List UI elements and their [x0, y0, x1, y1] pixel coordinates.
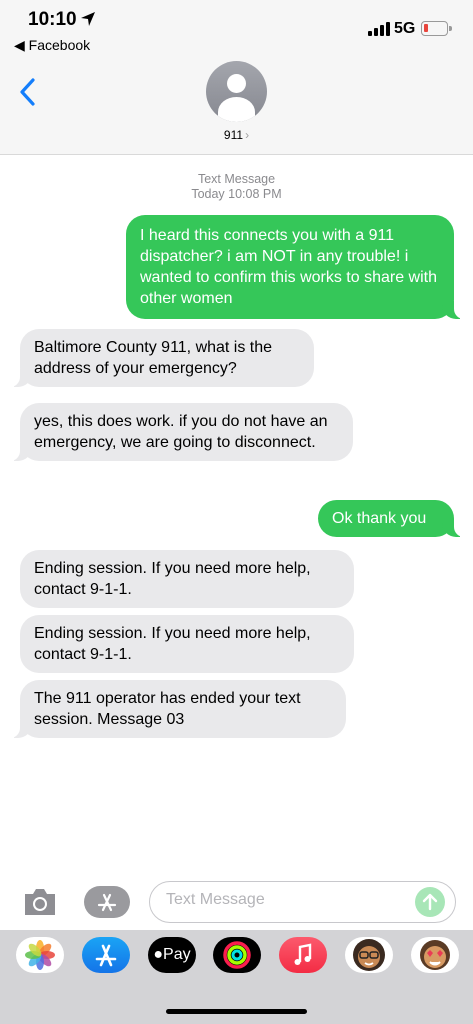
contact-avatar[interactable]: [206, 61, 267, 122]
music-note-icon: [294, 943, 312, 965]
memoji-stickers-icon: [420, 940, 450, 970]
back-chevron-icon[interactable]: [18, 76, 38, 108]
incoming-message[interactable]: Ending session. If you need more help, c…: [20, 615, 354, 673]
home-indicator[interactable]: [166, 1009, 307, 1014]
app-store-icon: [97, 893, 117, 912]
network-type: 5G: [394, 20, 416, 37]
photos-icon: [25, 940, 55, 970]
conversation-header: 911 ›: [0, 56, 473, 155]
activity-app-button[interactable]: [213, 937, 261, 973]
contact-name-button[interactable]: 911 ›: [0, 128, 473, 142]
send-button[interactable]: [415, 887, 445, 917]
incoming-message[interactable]: yes, this does work. if you do not have …: [8, 403, 353, 461]
music-app-button[interactable]: [279, 937, 327, 973]
message-input-field[interactable]: [149, 881, 456, 923]
location-arrow-icon: [81, 12, 95, 26]
incoming-message[interactable]: Ending session. If you need more help, c…: [20, 550, 354, 608]
memoji-icon: [353, 939, 385, 971]
camera-icon[interactable]: [22, 886, 58, 918]
battery-icon: [421, 21, 452, 36]
message-input[interactable]: [166, 891, 406, 909]
memoji-app-button[interactable]: [345, 937, 393, 973]
cellular-signal-icon: [368, 22, 390, 36]
chevron-right-icon: ›: [245, 128, 250, 142]
app-store-icon: [95, 944, 117, 967]
incoming-message[interactable]: Baltimore County 911, what is the addres…: [8, 329, 314, 387]
thread-meta: Text Message Today 10:08 PM: [0, 172, 473, 202]
photos-app-button[interactable]: [16, 937, 64, 973]
apple-pay-app-button[interactable]: ●Pay: [148, 937, 196, 973]
service-label: Text Message: [197, 172, 276, 186]
app-drawer: ●Pay: [0, 930, 473, 1024]
memoji-stickers-app-button[interactable]: [411, 937, 459, 973]
outgoing-message[interactable]: I heard this connects you with a 911 dis…: [126, 215, 466, 319]
status-bar: 10:10 ◀ Facebook 5G: [0, 0, 473, 56]
app-store-drawer-button[interactable]: [84, 886, 130, 918]
back-to-app-link[interactable]: ◀ Facebook: [14, 37, 90, 54]
contact-name: 911: [223, 128, 244, 142]
activity-icon: [223, 941, 251, 969]
apple-logo-icon: ●: [153, 946, 164, 963]
apple-pay-label: Pay: [163, 946, 191, 963]
outgoing-message[interactable]: Ok thank you: [318, 500, 466, 537]
status-time: 10:10: [28, 9, 77, 30]
arrow-up-icon: [422, 893, 438, 911]
thread-timestamp: Today 10:08 PM: [191, 187, 282, 201]
incoming-message[interactable]: The 911 operator has ended your text ses…: [8, 680, 346, 738]
app-store-app-button[interactable]: [82, 937, 130, 973]
